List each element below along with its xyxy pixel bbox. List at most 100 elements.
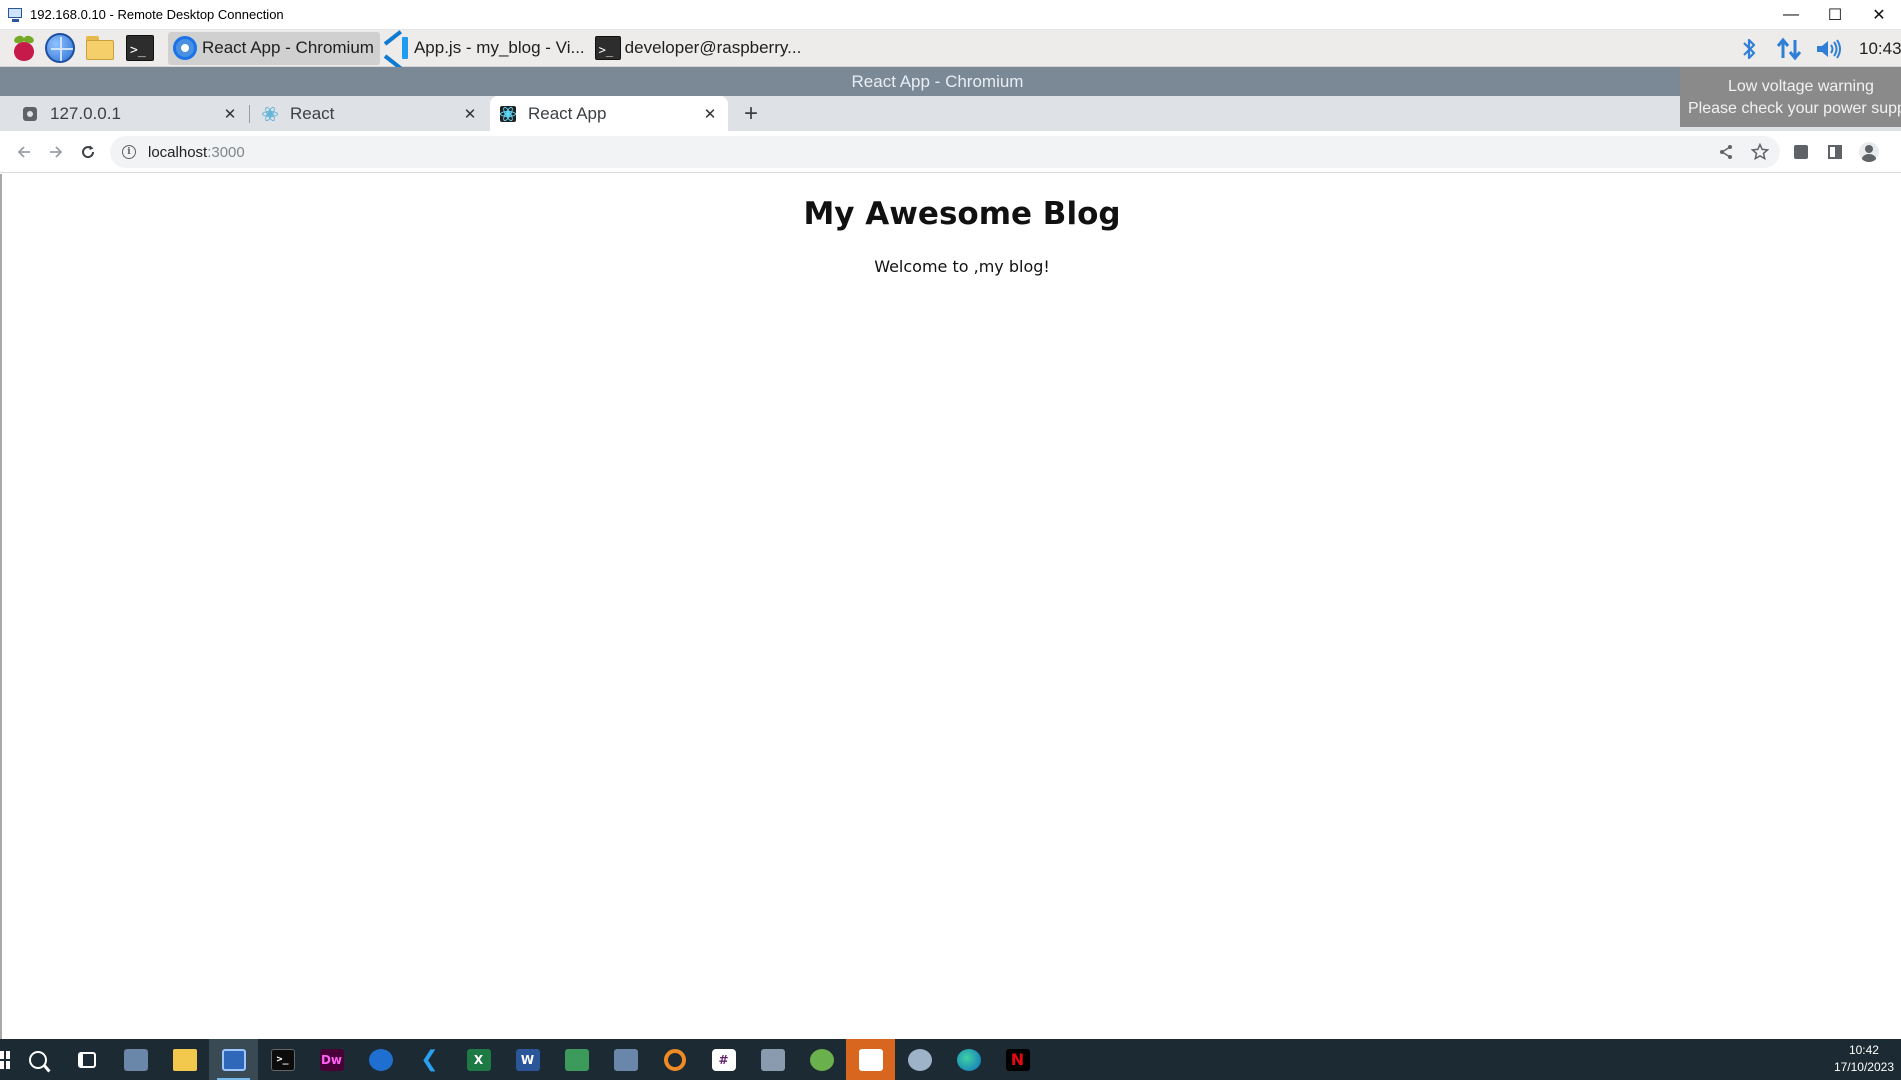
task-terminal[interactable]: >_ developer@raspberry...	[591, 32, 808, 65]
raspberry-menu-button[interactable]	[8, 32, 40, 64]
network-transfer-icon[interactable]	[1769, 30, 1809, 67]
back-button[interactable]	[8, 136, 40, 168]
taskbar-ring-app[interactable]	[650, 1039, 699, 1080]
minimize-button[interactable]: —	[1769, 0, 1813, 30]
orange-app-icon	[858, 1048, 883, 1071]
slack-icon: #	[711, 1048, 736, 1071]
side-panel-button[interactable]	[1822, 136, 1848, 168]
taskbar-time: 10:42	[1848, 1043, 1879, 1057]
taskbar-clock[interactable]: 10:42 17/10/2023	[1834, 1042, 1894, 1076]
taskbar-green-app[interactable]	[797, 1039, 846, 1080]
site-info-icon[interactable]: i	[122, 145, 136, 159]
tab-label: React	[290, 103, 335, 123]
task-chromium[interactable]: React App - Chromium	[168, 31, 380, 65]
tab-127-0-0-1[interactable]: 127.0.0.1 ✕	[0, 96, 248, 131]
window-title-text: React App - Chromium	[851, 71, 1024, 91]
taskbar-terminal[interactable]: >_	[258, 1039, 307, 1080]
window-controls: — ☐ ✕	[1769, 0, 1901, 30]
maximize-button[interactable]: ☐	[1813, 0, 1857, 30]
taskbar-file-explorer[interactable]	[160, 1039, 209, 1080]
close-button[interactable]: ✕	[1857, 0, 1901, 30]
vscode-icon	[383, 30, 409, 70]
chromium-window-title: React App - Chromium	[0, 67, 1901, 96]
taskbar-device-app[interactable]	[748, 1039, 797, 1080]
start-button[interactable]	[0, 1039, 13, 1080]
taskbar-slack[interactable]: #	[699, 1039, 748, 1080]
globe-icon	[45, 33, 75, 63]
windows-logo-icon	[0, 1050, 10, 1069]
bookmark-star-icon[interactable]	[1750, 142, 1770, 162]
task-label: React App - Chromium	[202, 38, 374, 57]
toolbar-actions	[1788, 136, 1901, 168]
tab-react[interactable]: React ✕	[250, 96, 488, 131]
file-manager-launcher[interactable]	[80, 30, 120, 67]
tab-close-button[interactable]: ✕	[220, 105, 240, 123]
terminal-icon: >_	[270, 1048, 295, 1071]
taskbar-search[interactable]	[13, 1039, 62, 1080]
share-icon[interactable]	[1716, 142, 1736, 162]
taskbar-netflix[interactable]: N	[993, 1039, 1042, 1080]
volume-icon[interactable]	[1809, 30, 1849, 67]
excel-icon: X	[466, 1048, 491, 1071]
react-app-favicon-icon	[500, 105, 516, 122]
profile-button[interactable]	[1856, 136, 1882, 168]
address-bar[interactable]: i localhost:3000	[110, 136, 1780, 168]
tab-close-button[interactable]: ✕	[700, 105, 720, 123]
folder-icon	[172, 1048, 197, 1071]
omnibox-actions	[1716, 136, 1770, 168]
remote-computers-icon	[613, 1048, 638, 1071]
raspberry-pi-icon	[12, 34, 36, 62]
windows-taskbar: >_ Dw ❮ X W # N 10:42 17/10/2023	[0, 1039, 1901, 1080]
puzzle-icon	[1794, 145, 1808, 159]
task-label: App.js - my_blog - Vi...	[413, 38, 585, 57]
new-tab-button[interactable]: +	[737, 96, 765, 131]
taskbar-vscode[interactable]: ❮	[405, 1039, 454, 1080]
tab-label: React App	[528, 103, 607, 123]
tab-react-app[interactable]: React App ✕	[490, 96, 728, 131]
taskbar-edge[interactable]	[944, 1039, 993, 1080]
system-tray: 10:43	[1729, 30, 1901, 67]
vscode-icon: ❮	[420, 1047, 439, 1072]
browser-toolbar: i localhost:3000	[0, 131, 1901, 173]
pi-clock[interactable]: 10:43	[1859, 39, 1901, 59]
rdp-title-bar: 192.168.0.10 - Remote Desktop Connection…	[0, 0, 1901, 30]
low-voltage-tooltip: Low voltage warning Please check your po…	[1680, 67, 1901, 127]
url-host: localhost	[148, 143, 208, 161]
page-subtitle: Welcome to ,my blog!	[874, 257, 1050, 276]
forward-button[interactable]	[40, 136, 72, 168]
taskbar-firefox[interactable]	[356, 1039, 405, 1080]
taskbar-network-app[interactable]	[111, 1039, 160, 1080]
reload-button[interactable]	[72, 136, 104, 168]
url-port: :3000	[207, 143, 245, 161]
taskbar-orange-app[interactable]	[846, 1039, 895, 1080]
extensions-button[interactable]	[1788, 136, 1814, 168]
taskbar-remote-desktop-2[interactable]	[601, 1039, 650, 1080]
remote-desktop-icon	[221, 1048, 246, 1071]
tab-close-button[interactable]: ✕	[460, 105, 480, 123]
menu-button[interactable]	[1890, 136, 1901, 168]
bluetooth-icon[interactable]	[1729, 30, 1769, 67]
taskbar-task-view[interactable]	[62, 1039, 111, 1080]
taskbar-dreamweaver[interactable]: Dw	[307, 1039, 356, 1080]
react-favicon-icon	[262, 105, 278, 122]
terminal-launcher[interactable]: >_	[120, 30, 160, 67]
taskbar-excel[interactable]: X	[454, 1039, 503, 1080]
taskbar-network-share[interactable]	[552, 1039, 601, 1080]
arrow-left-icon	[17, 145, 30, 158]
network-computer-icon	[123, 1048, 148, 1071]
taskbar-word[interactable]: W	[503, 1039, 552, 1080]
task-vscode[interactable]: App.js - my_blog - Vi...	[380, 30, 591, 70]
taskbar-remote-desktop[interactable]	[209, 1039, 258, 1080]
tab-strip: 127.0.0.1 ✕ React ✕ React App ✕	[0, 96, 1901, 131]
pi-panel: >_ React App - Chromium App.js - my_blog…	[0, 30, 1901, 70]
edge-icon	[956, 1048, 981, 1071]
tooltip-line1: Low voltage warning	[1728, 78, 1874, 95]
web-browser-launcher[interactable]	[40, 30, 80, 67]
chromium-icon	[173, 36, 197, 60]
netflix-icon: N	[1005, 1048, 1030, 1071]
arrow-right-icon	[50, 145, 63, 158]
word-icon: W	[515, 1048, 540, 1071]
green-app-icon	[809, 1048, 834, 1071]
dreamweaver-icon: Dw	[319, 1048, 344, 1071]
taskbar-paint[interactable]	[895, 1039, 944, 1080]
